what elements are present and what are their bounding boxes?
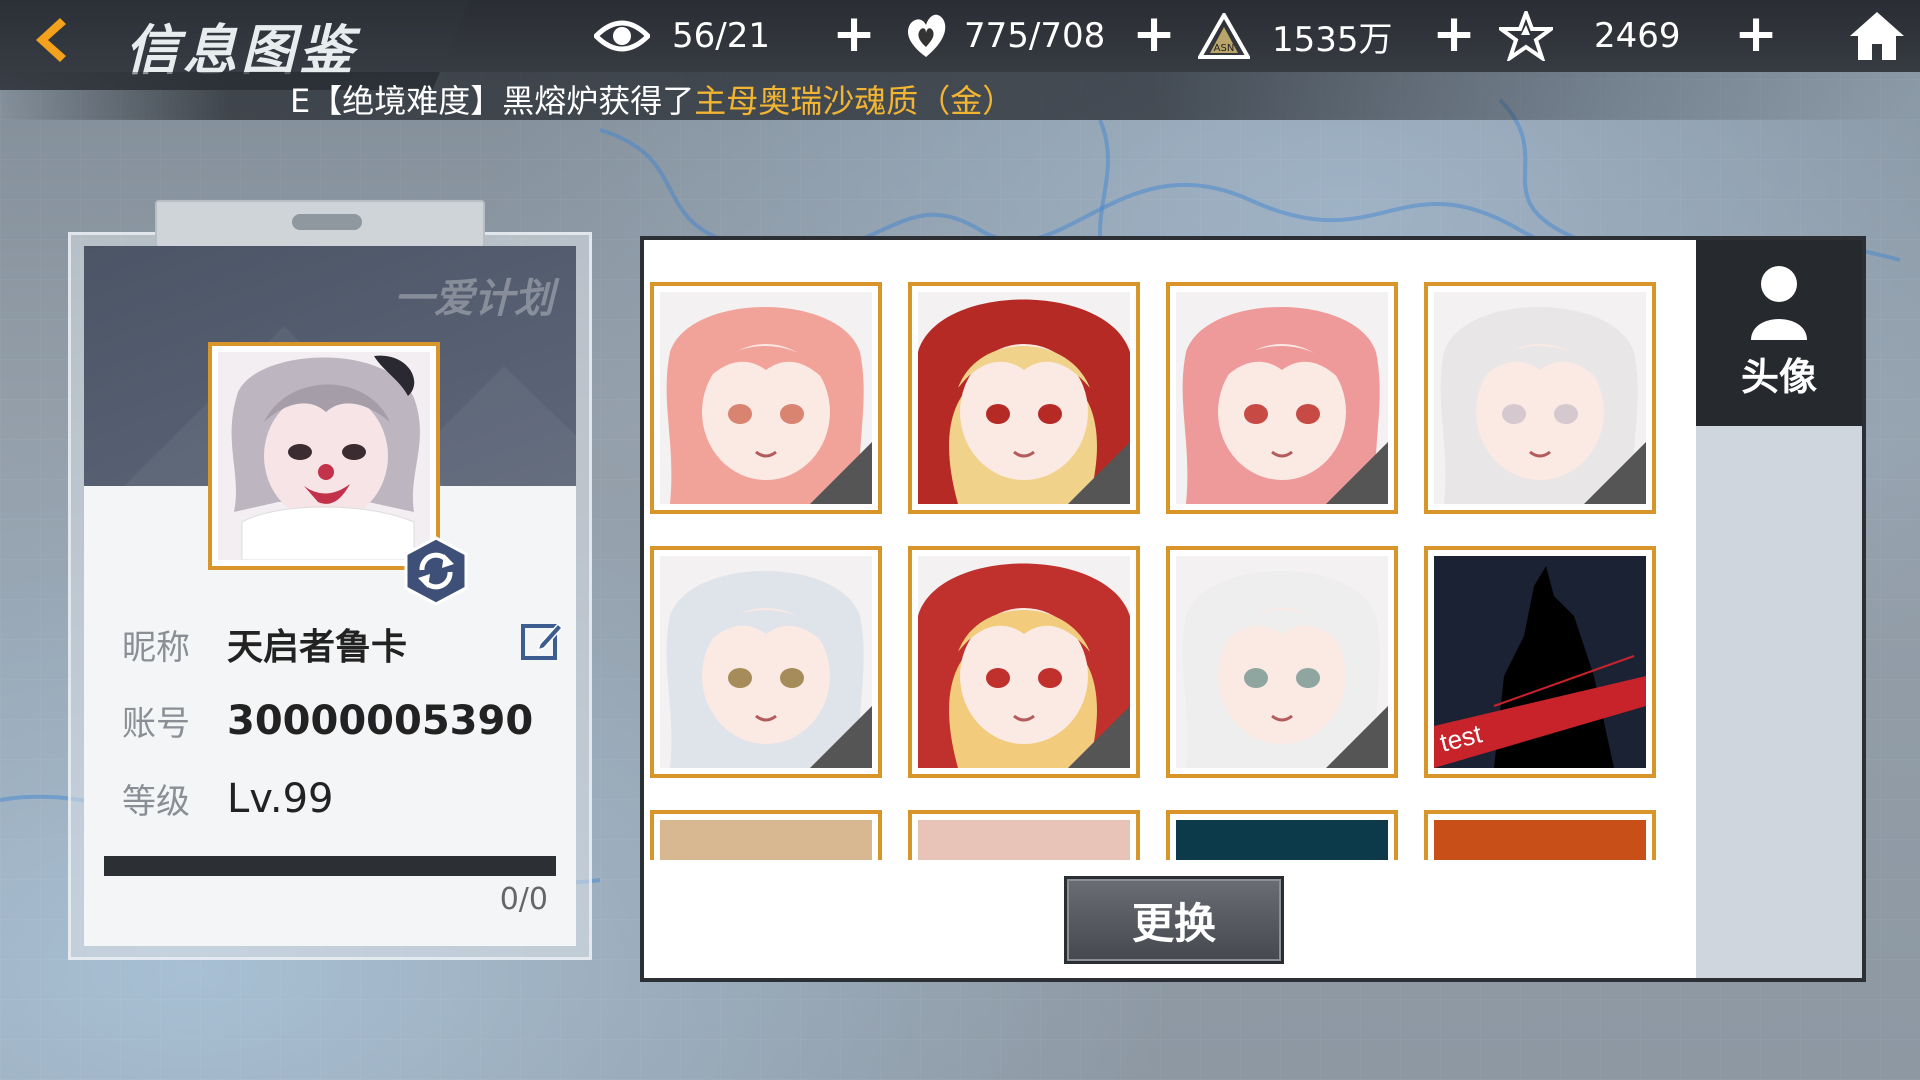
add-eye-button[interactable]: +	[828, 8, 880, 62]
resource-heart: 775/708	[898, 10, 1105, 62]
card-clip	[155, 200, 485, 248]
avatar-tile-pink-glasses[interactable]	[1166, 282, 1398, 514]
resource-value: 1535万	[1272, 19, 1393, 60]
card-clip-slot	[292, 214, 362, 230]
avatar-tile-blonde-red-hood[interactable]	[908, 282, 1140, 514]
avatar-tile-partial[interactable]	[1424, 810, 1656, 860]
star-crystal-icon	[1498, 10, 1554, 62]
tab-avatar-label: 头像	[1740, 354, 1817, 399]
resource-eye: 56/21	[594, 10, 770, 62]
account-label: 账号	[122, 704, 190, 744]
heart-flame-icon	[898, 10, 954, 62]
change-button[interactable]: 更换	[1064, 876, 1284, 964]
avatar-portrait	[660, 556, 872, 768]
level-label: 等级	[122, 782, 190, 822]
person-icon	[1751, 266, 1807, 340]
game-logo: 一爱计划	[394, 276, 554, 322]
avatar-portrait	[918, 292, 1130, 504]
resource-value: 56/21	[672, 16, 770, 56]
announcement-ticker: E【绝境难度】黑熔炉获得了主母奥瑞沙魂质（金）	[0, 72, 1920, 120]
change-avatar-badge[interactable]	[404, 536, 468, 606]
experience-bar	[104, 856, 556, 876]
avatar-portrait	[918, 556, 1130, 768]
add-crystal-button[interactable]: +	[1428, 8, 1480, 62]
resource-star: 2469	[1498, 10, 1681, 62]
eye-icon	[594, 10, 650, 62]
resource-value: 775/708	[964, 16, 1106, 56]
ticker-text: E【绝境难度】黑熔炉获得了主母奥瑞沙魂质（金）	[290, 76, 1014, 122]
home-button[interactable]	[1848, 8, 1906, 64]
add-star-button[interactable]: +	[1730, 8, 1782, 62]
avatar-tile-partial[interactable]	[650, 810, 882, 860]
refresh-icon	[404, 536, 468, 606]
ticker-prefix: E【绝境难度】黑熔炉获得了	[290, 82, 695, 120]
crystal-pyramid-icon: ASN	[1196, 10, 1252, 62]
account-row: 账号 30000005390	[122, 696, 533, 745]
avatar-tile-silver-hair[interactable]	[1424, 282, 1656, 514]
ticker-highlight: 主母奥瑞沙魂质（金）	[694, 82, 1015, 120]
nickname-label: 昵称	[122, 627, 190, 668]
edit-icon	[521, 622, 564, 660]
avatar-portrait	[660, 292, 872, 504]
panel-side-column: 头像	[1696, 240, 1862, 978]
avatar-tile-chibi-red-hood[interactable]	[908, 546, 1140, 778]
avatar-tile-partial[interactable]	[1166, 810, 1398, 860]
nickname-row: 昵称 天启者鲁卡	[122, 618, 407, 670]
profile-card: 一爱计划 昵称 天启者鲁卡 账号 30000005390 等级 Lv.99 0/…	[84, 246, 576, 946]
tab-avatar[interactable]: 头像	[1696, 240, 1862, 426]
avatar-portrait	[218, 352, 430, 560]
avatar-tile-pink-hair-salute[interactable]	[650, 282, 882, 514]
nickname-value: 天启者鲁卡	[227, 627, 408, 668]
account-value: 30000005390	[227, 697, 534, 744]
avatar-tile-white-hair-wink[interactable]	[1166, 546, 1398, 778]
edit-nickname-button[interactable]	[520, 618, 564, 662]
avatar-portrait	[1176, 556, 1388, 768]
avatar-portrait	[1434, 292, 1646, 504]
resource-value: 2469	[1594, 16, 1681, 56]
avatar-tile-partial[interactable]	[908, 810, 1140, 860]
resource-crystal: ASN 1535万	[1196, 10, 1393, 62]
level-value: Lv.99	[227, 775, 334, 822]
avatar-panel: test 头像 更换	[640, 236, 1866, 982]
avatar-grid: test	[644, 240, 1694, 860]
avatar-tile-silver-horns[interactable]	[650, 546, 882, 778]
home-icon	[1850, 12, 1904, 60]
level-row: 等级 Lv.99	[122, 774, 333, 823]
add-heart-button[interactable]: +	[1128, 8, 1180, 62]
back-arrow-icon	[36, 18, 66, 62]
back-button[interactable]	[28, 12, 74, 68]
experience-bar-fill	[104, 856, 556, 876]
svg-text:ASN: ASN	[1214, 43, 1235, 54]
avatar-portrait	[1176, 292, 1388, 504]
experience-text: 0/0	[499, 882, 548, 917]
avatar-tile-test-silhouette[interactable]: test	[1424, 546, 1656, 778]
